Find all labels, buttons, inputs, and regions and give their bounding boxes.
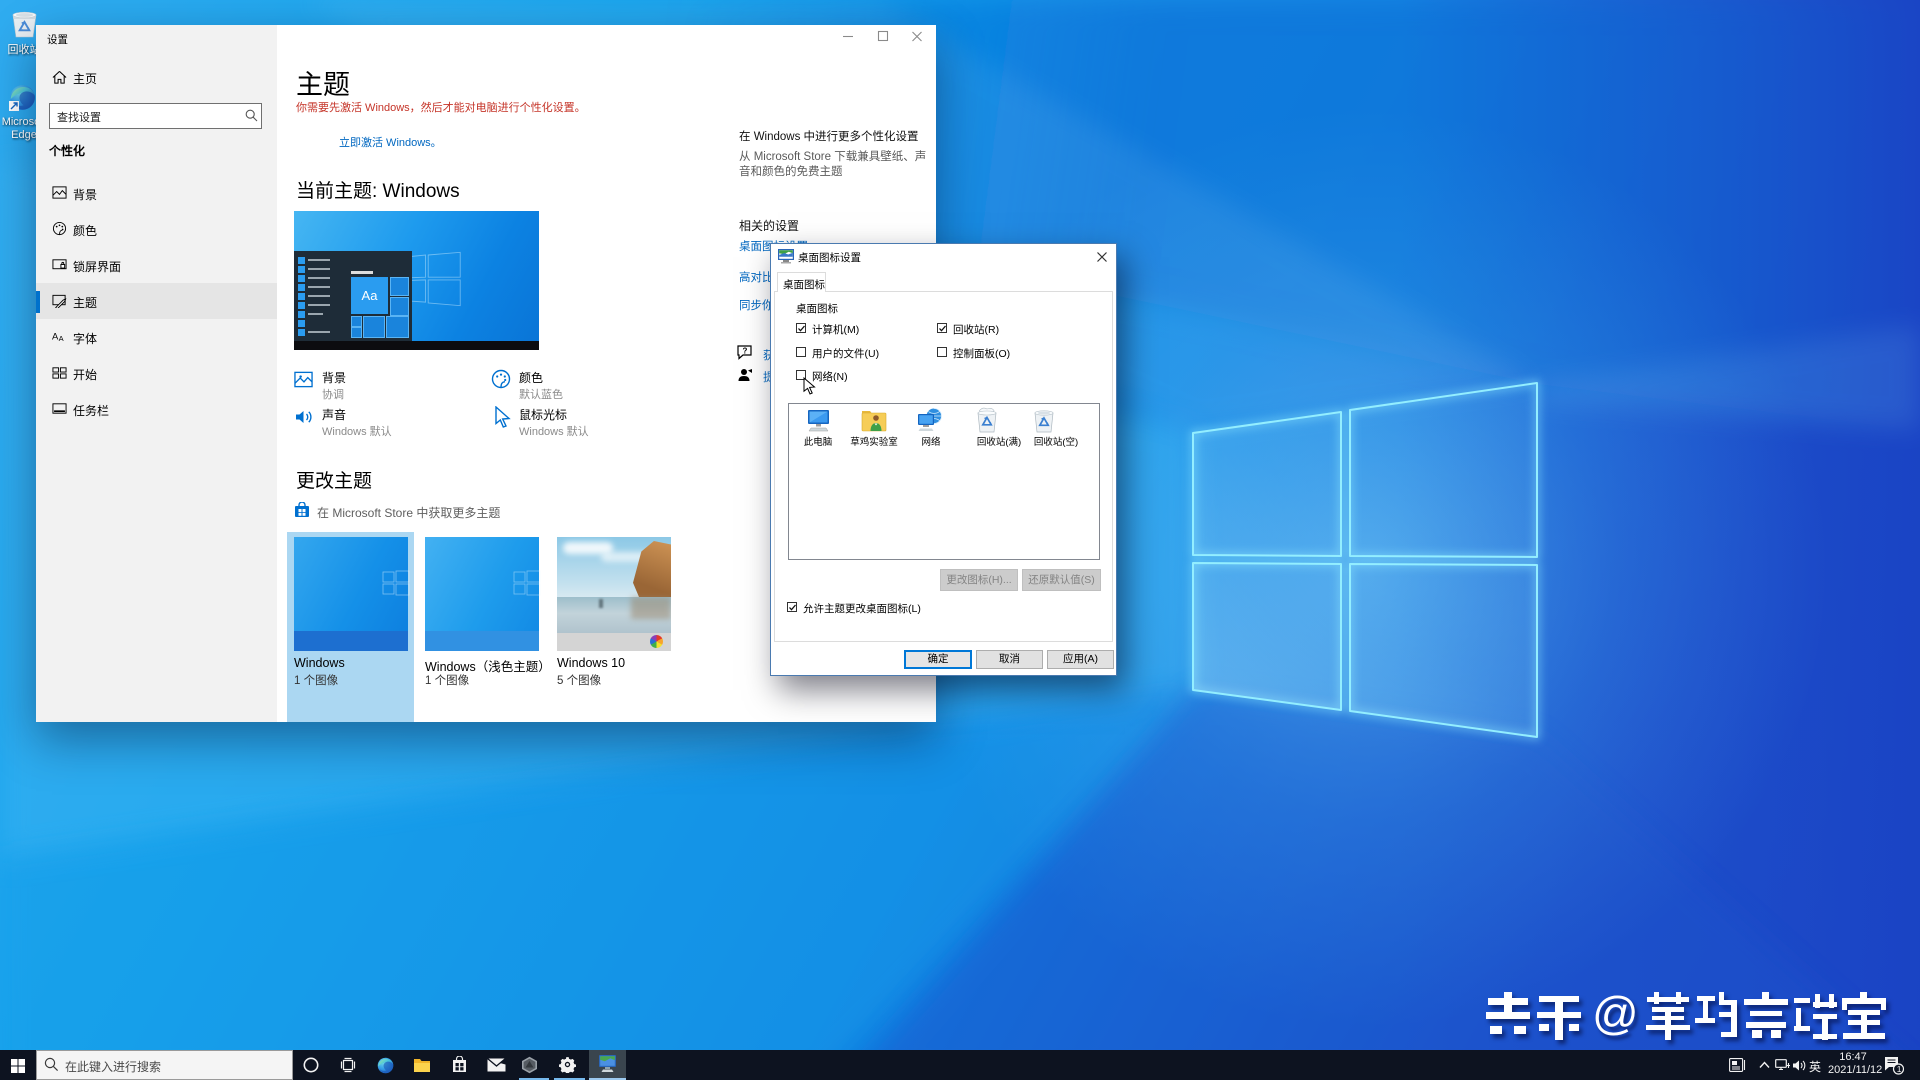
svg-text:A: A	[59, 334, 64, 343]
svg-text:?: ?	[743, 347, 748, 356]
svg-text:1: 1	[1897, 1064, 1902, 1074]
